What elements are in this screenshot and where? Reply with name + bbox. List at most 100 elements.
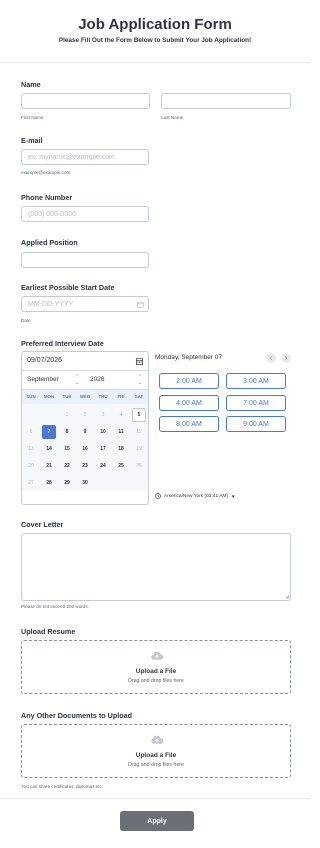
calendar-day[interactable]: 23 [76,457,94,474]
last-name-input[interactable] [161,93,291,109]
calendar-day: 12 [130,423,148,440]
footer-divider [0,798,310,799]
resize-handle-icon[interactable]: ◢ [285,594,289,600]
header-divider [0,62,310,63]
calendar-day[interactable]: 29 [58,474,76,491]
calendar-day-number: 1 [65,411,69,418]
calendar-date-value: 09/07/2026 [27,357,63,364]
calendar-day-number: 30 [82,479,88,486]
weekday-label: SUN [26,394,36,399]
calendar-day: 4 [112,406,130,423]
time-slot[interactable]: 4:00 AM [159,395,219,411]
calendar-day: 27 [22,474,40,491]
time-slot[interactable]: 7:00 AM [226,395,286,411]
calendar-day [94,474,112,491]
cloud-upload-icon [151,735,164,744]
calendar-icon[interactable] [137,301,144,308]
calendar-day-number: 14 [46,445,52,452]
position-input[interactable] [21,252,149,268]
other-docs-upload-hint: Drag and drop files here [128,762,184,768]
calendar-day[interactable]: 11 [112,423,130,440]
month-stepper-icon[interactable]: ⌃ ⌄ [75,374,79,386]
email-input[interactable]: ex: myname@example.com [21,149,149,165]
weekday-label: TUE [62,394,72,399]
year-stepper-icon[interactable]: ⌃ ⌄ [138,374,142,386]
other-docs-sublabel: You can share certificates, diplomas etc… [21,784,104,789]
resume-dropzone[interactable]: Upload a File Drag and drop files here [21,640,291,694]
calendar-day-number: 2 [83,411,87,418]
calendar-day[interactable]: 10 [94,423,112,440]
calendar-day-number: 29 [64,479,70,486]
calendar-day[interactable]: 16 [76,440,94,457]
first-name-input[interactable] [21,93,150,109]
calendar-day [40,406,58,423]
calendar-day: 6 [22,423,40,440]
calendar-day-number: 12 [136,428,142,435]
calendar-day[interactable]: 17 [94,440,112,457]
calendar-day-number: 27 [28,479,34,486]
calendar-day[interactable]: 14 [40,440,58,457]
time-slot[interactable]: 9:00 AM [226,416,286,432]
cover-letter-label: Cover Letter [21,520,64,529]
upload-resume-label: Upload Resume [21,627,76,636]
time-slot[interactable]: 8:00 AM [159,416,219,432]
clock-icon [155,493,161,499]
calendar-day-number: 19 [136,445,142,452]
interview-label: Preferred Interview Date [21,339,104,348]
calendar-day[interactable]: 30 [76,474,94,491]
weekday-label: MON [43,394,55,399]
calendar-month-year-row: September ⌃ ⌄ 2026 ⌃ ⌄ [22,371,148,390]
time-slot[interactable]: 3:00 AM [226,373,286,389]
day-grid: 1 2 3 4 5 6 7 8 9 10 11 12 13 14 15 16 17 18 19 20 21 22 23 24 2… [22,404,148,491]
resume-upload-hint: Drag and drop files here [128,678,184,684]
calendar-day: 5 [130,406,148,423]
calendar-day-number: 7 [42,424,56,439]
calendar-day[interactable]: 22 [58,457,76,474]
year-select[interactable]: 2026 [90,376,104,383]
next-day-button[interactable]: › [281,353,291,363]
cover-letter-sublabel: Please do not exceed 200 words. [21,604,89,609]
calendar-day[interactable]: 24 [94,457,112,474]
first-name-sublabel: First Name [21,115,44,120]
calendar-day: 19 [130,440,148,457]
calendar-day[interactable]: 25 [112,457,130,474]
phone-placeholder: (000) 000-0000 [28,211,76,218]
calendar-day: 13 [22,440,40,457]
start-date-sublabel: Date [21,318,31,323]
resume-upload-title: Upload a File [135,668,177,675]
calendar-day[interactable]: 21 [40,457,58,474]
month-select[interactable]: September [27,376,59,383]
calendar-date-field[interactable]: 09/07/2026 [22,352,148,371]
calendar-day[interactable]: 8 [58,423,76,440]
calendar-day-number: 15 [64,445,70,452]
prev-day-button[interactable]: ‹ [266,353,276,363]
calendar-day-number: 25 [118,462,124,469]
weekday-label: THU [98,394,108,399]
timezone-select[interactable]: America/New York (03:41 AM) ▼ [155,493,235,499]
calendar-day: 26 [130,457,148,474]
calendar-day[interactable]: 15 [58,440,76,457]
calendar-day-number: 10 [100,428,106,435]
other-docs-label: Any Other Documents to Upload [21,711,133,720]
phone-input[interactable]: (000) 000-0000 [21,206,149,222]
calendar-day: 1 [58,406,76,423]
other-docs-dropzone[interactable]: Upload a File Drag and drop files here [21,724,291,778]
name-label: Name [21,80,41,89]
weekday-label: SAT [134,394,144,399]
time-slot[interactable]: 2:00 AM [159,373,219,389]
calendar-day[interactable]: 28 [40,474,58,491]
calendar-day-number: 9 [83,428,87,435]
calendar-day[interactable]: 9 [76,423,94,440]
calendar-grid-icon[interactable] [136,358,143,365]
calendar-day-number: 26 [136,462,142,469]
calendar-day [112,474,130,491]
calendar-day[interactable]: 18 [112,440,130,457]
calendar-day-number: 5 [132,407,146,422]
apply-button[interactable]: Apply [120,811,194,831]
calendar-day-number: 18 [118,445,124,452]
calendar-day-number: 21 [46,462,52,469]
calendar-day-selected[interactable]: 7 [40,423,58,440]
start-date-input[interactable]: MM-DD-YYYY [21,296,149,312]
form-title: Job Application Form [78,16,232,33]
cover-letter-textarea[interactable]: ◢ [21,533,291,601]
